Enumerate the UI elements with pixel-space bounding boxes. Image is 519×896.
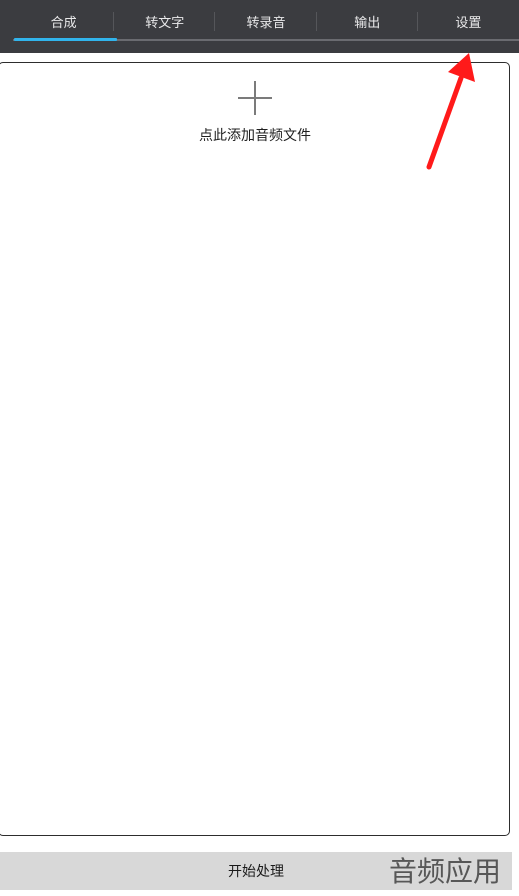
tab-output[interactable]: 输出 bbox=[317, 0, 418, 42]
tab-label: 设置 bbox=[455, 15, 482, 31]
add-audio-file-label[interactable]: 点此添加音频文件 bbox=[150, 125, 360, 145]
active-tab-indicator bbox=[14, 38, 117, 41]
audio-file-dropzone[interactable] bbox=[0, 62, 510, 836]
tab-synthesize[interactable]: 合成 bbox=[13, 0, 115, 42]
tab-label: 输出 bbox=[354, 15, 381, 31]
plus-icon-vertical bbox=[254, 81, 256, 115]
tab-label: 合成 bbox=[50, 15, 77, 31]
tab-settings[interactable]: 设置 bbox=[418, 0, 519, 42]
tab-label: 转文字 bbox=[145, 15, 185, 31]
tab-to-text[interactable]: 转文字 bbox=[114, 0, 216, 42]
top-tab-bar: 合成 转文字 转录音 输出 设置 bbox=[0, 0, 519, 53]
plus-icon[interactable] bbox=[238, 81, 272, 115]
tab-to-recording[interactable]: 转录音 bbox=[215, 0, 317, 42]
watermark-text: 音频应用 bbox=[389, 855, 502, 888]
app-window: 合成 转文字 转录音 输出 设置 点此添加音频文件 开始处理 音频应用 bbox=[0, 0, 519, 896]
start-processing-label: 开始处理 bbox=[228, 864, 284, 880]
tab-list: 合成 转文字 转录音 输出 设置 bbox=[0, 0, 519, 42]
tab-label: 转录音 bbox=[246, 15, 286, 31]
